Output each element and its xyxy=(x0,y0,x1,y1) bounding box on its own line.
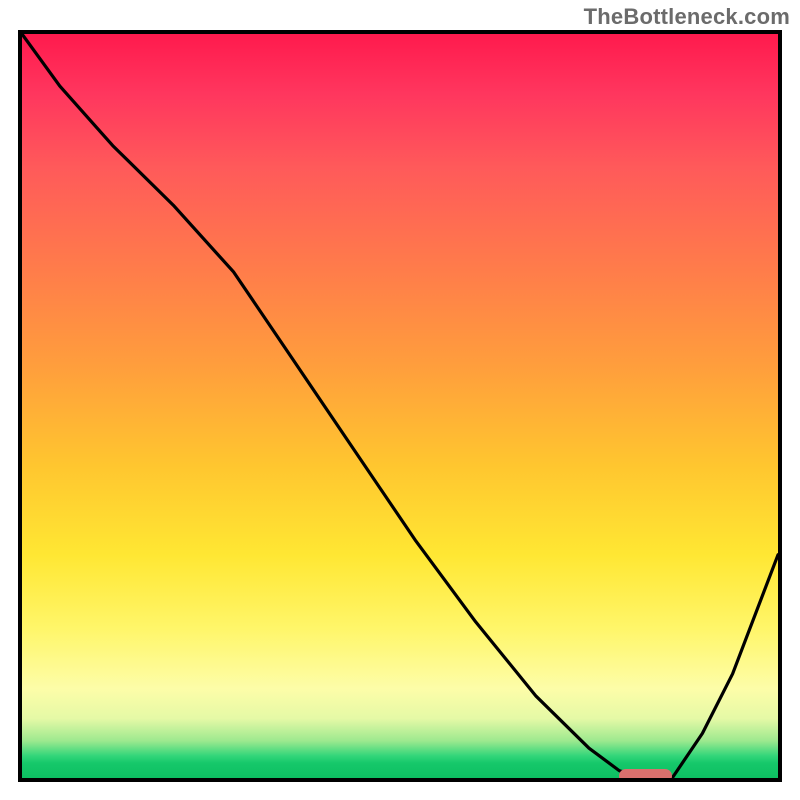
optimal-range-marker xyxy=(619,769,672,782)
bottleneck-curve xyxy=(22,34,778,778)
plot-area xyxy=(18,30,782,782)
watermark-text: TheBottleneck.com xyxy=(584,4,790,30)
chart-container: TheBottleneck.com xyxy=(0,0,800,800)
